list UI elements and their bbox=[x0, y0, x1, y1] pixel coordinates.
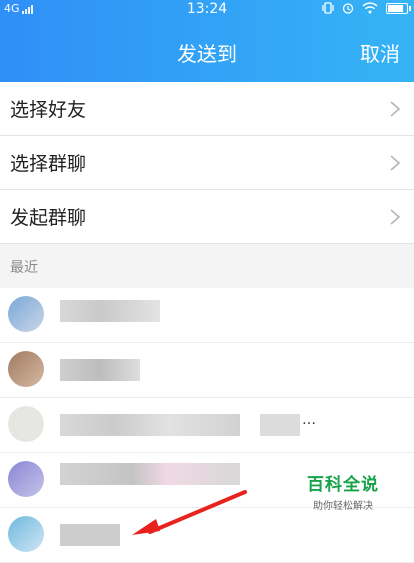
arrow-annotation bbox=[132, 490, 247, 535]
watermark-title: 百科全说 bbox=[307, 475, 379, 495]
watermark-subtitle: 助你轻松解决 bbox=[313, 501, 373, 512]
watermark-logo: 百科全说 助你轻松解决 bbox=[298, 470, 388, 512]
